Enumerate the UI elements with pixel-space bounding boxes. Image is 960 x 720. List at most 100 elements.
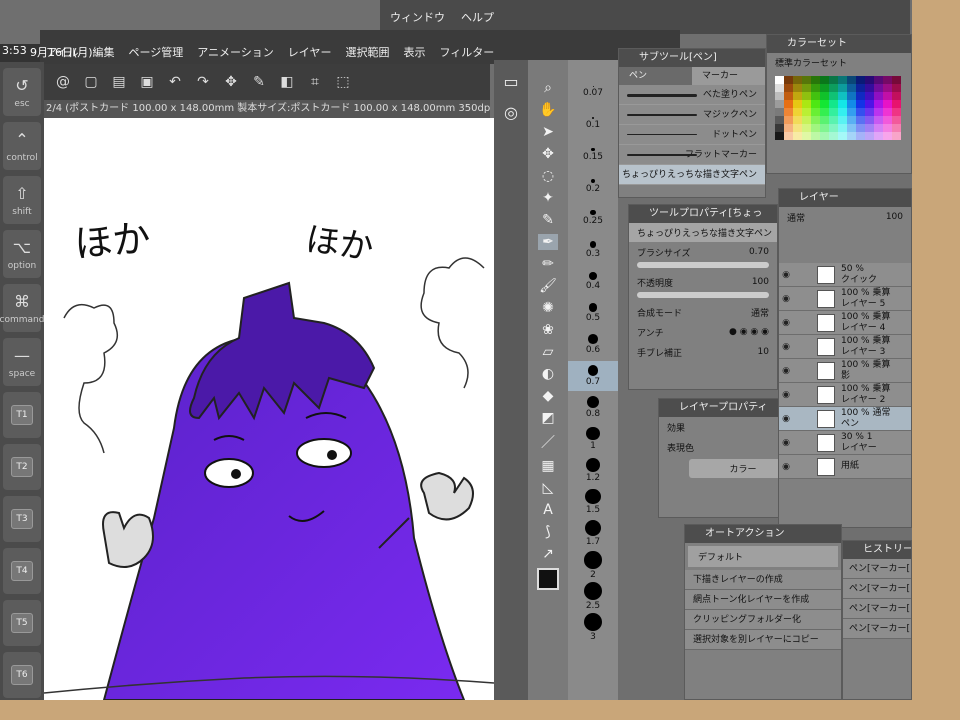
history-item[interactable]: ペン[マーカー[ちょっぴりえっちな bbox=[843, 559, 911, 579]
visibility-eye-icon[interactable]: ◉ bbox=[779, 390, 793, 400]
brush-size-item[interactable]: 3 bbox=[568, 609, 618, 642]
color-swatch[interactable] bbox=[775, 76, 784, 84]
color-swatch[interactable] bbox=[793, 132, 802, 140]
color-swatch[interactable] bbox=[793, 84, 802, 92]
space-key[interactable]: — space bbox=[3, 338, 41, 386]
color-swatch[interactable] bbox=[802, 124, 811, 132]
brush-size-item[interactable]: 0.25 bbox=[568, 206, 618, 236]
color-swatch[interactable] bbox=[784, 132, 793, 140]
color-swatch[interactable] bbox=[892, 124, 901, 132]
color-swatch[interactable] bbox=[838, 116, 847, 124]
visibility-eye-icon[interactable]: ◉ bbox=[779, 294, 793, 304]
color-swatch[interactable] bbox=[838, 108, 847, 116]
shift-key[interactable]: ⇧ shift bbox=[3, 176, 41, 224]
t2-key[interactable]: T2 bbox=[3, 444, 41, 490]
action-item[interactable]: 選択対象を別レイヤーにコピー bbox=[685, 630, 841, 650]
t1-key[interactable]: T1 bbox=[3, 392, 41, 438]
brush-size-item[interactable]: 0.5 bbox=[568, 299, 618, 329]
color-swatch[interactable] bbox=[784, 100, 793, 108]
color-swatch[interactable] bbox=[784, 116, 793, 124]
menu-layer[interactable]: レイヤー bbox=[288, 44, 332, 60]
t3-key[interactable]: T3 bbox=[3, 496, 41, 542]
t6-key[interactable]: T6 bbox=[3, 652, 41, 698]
fill-icon[interactable]: ◧ bbox=[278, 73, 296, 91]
color-swatch[interactable] bbox=[865, 76, 874, 84]
color-swatch[interactable] bbox=[820, 76, 829, 84]
move-tool-icon[interactable]: ✥ bbox=[538, 146, 558, 162]
color-swatch[interactable] bbox=[865, 132, 874, 140]
crop-icon[interactable]: ⌗ bbox=[306, 73, 324, 91]
color-swatch[interactable] bbox=[856, 116, 865, 124]
color-swatch[interactable] bbox=[811, 100, 820, 108]
menu-view[interactable]: 表示 bbox=[403, 44, 425, 60]
menu-help[interactable]: ヘルプ bbox=[461, 9, 494, 25]
color-swatch[interactable] bbox=[820, 92, 829, 100]
visibility-eye-icon[interactable]: ◉ bbox=[779, 270, 793, 280]
color-swatch[interactable] bbox=[865, 124, 874, 132]
history-item[interactable]: ペン[マーカー[ちょっぴりえっちな bbox=[843, 579, 911, 599]
menu-animation[interactable]: アニメーション bbox=[197, 44, 274, 60]
color-swatch[interactable] bbox=[784, 84, 793, 92]
color-swatch[interactable] bbox=[784, 92, 793, 100]
color-swatch[interactable] bbox=[811, 84, 820, 92]
color-swatch[interactable] bbox=[892, 76, 901, 84]
fill-tool-icon[interactable]: ◆ bbox=[538, 388, 558, 404]
color-set-name[interactable]: 標準カラーセット bbox=[767, 53, 911, 72]
main-color-swatch[interactable] bbox=[537, 568, 559, 590]
operation-tool-icon[interactable]: ➤ bbox=[538, 124, 558, 140]
color-swatch[interactable] bbox=[847, 84, 856, 92]
visibility-eye-icon[interactable]: ◉ bbox=[779, 414, 793, 424]
color-swatch[interactable] bbox=[874, 84, 883, 92]
color-swatch[interactable] bbox=[847, 92, 856, 100]
color-swatch[interactable] bbox=[883, 116, 892, 124]
action-item[interactable]: 下描きレイヤーの作成 bbox=[685, 570, 841, 590]
color-swatch[interactable] bbox=[847, 132, 856, 140]
color-swatch[interactable] bbox=[775, 92, 784, 100]
color-swatch[interactable] bbox=[874, 132, 883, 140]
color-swatch[interactable] bbox=[802, 116, 811, 124]
brush-size-item[interactable]: 0.6 bbox=[568, 330, 618, 360]
frame-tool-icon[interactable]: ▦ bbox=[538, 458, 558, 474]
brush-size-item[interactable]: 2 bbox=[568, 547, 618, 580]
brush-size-item[interactable]: 1.5 bbox=[568, 485, 618, 515]
color-swatch[interactable] bbox=[865, 116, 874, 124]
color-swatch[interactable] bbox=[847, 108, 856, 116]
brush-size-item[interactable]: 0.4 bbox=[568, 268, 618, 298]
color-swatch[interactable] bbox=[820, 124, 829, 132]
subtool-item[interactable]: べた塗りペン bbox=[619, 85, 765, 105]
color-swatch[interactable] bbox=[811, 108, 820, 116]
color-swatch[interactable] bbox=[856, 108, 865, 116]
color-swatch[interactable] bbox=[856, 84, 865, 92]
t4-key[interactable]: T4 bbox=[3, 548, 41, 594]
antialias-options-icon[interactable]: ● ◉ ◉ ◉ bbox=[729, 327, 769, 337]
color-swatch[interactable] bbox=[793, 76, 802, 84]
color-swatch[interactable] bbox=[883, 84, 892, 92]
color-swatch[interactable] bbox=[847, 76, 856, 84]
history-item[interactable]: ペン[マーカー[ちょっぴりえっちな bbox=[843, 599, 911, 619]
color-swatch[interactable] bbox=[820, 132, 829, 140]
brush-size-item[interactable]: 1.2 bbox=[568, 454, 618, 484]
hand-tool-icon[interactable]: ✋ bbox=[538, 102, 558, 118]
layer-row[interactable]: ◉ 50 % クイック bbox=[779, 263, 911, 287]
color-swatch[interactable] bbox=[829, 108, 838, 116]
color-swatch[interactable] bbox=[892, 108, 901, 116]
visibility-eye-icon[interactable]: ◉ bbox=[779, 366, 793, 376]
visibility-eye-icon[interactable]: ◉ bbox=[779, 318, 793, 328]
auto-select-icon[interactable]: ✦ bbox=[538, 190, 558, 206]
color-swatch[interactable] bbox=[811, 76, 820, 84]
color-swatch[interactable] bbox=[793, 124, 802, 132]
color-swatch[interactable] bbox=[856, 76, 865, 84]
color-swatch[interactable] bbox=[784, 108, 793, 116]
color-swatch[interactable] bbox=[865, 108, 874, 116]
layer-row[interactable]: ◉ 100 % 乗算 レイヤー 3 bbox=[779, 335, 911, 359]
color-swatch[interactable] bbox=[811, 92, 820, 100]
color-swatch[interactable] bbox=[793, 108, 802, 116]
color-swatch[interactable] bbox=[892, 116, 901, 124]
brush-size-item[interactable]: 2.5 bbox=[568, 578, 618, 611]
layer-row[interactable]: ◉ 用紙 bbox=[779, 455, 911, 479]
select-all-icon[interactable]: ⬚ bbox=[334, 73, 352, 91]
color-swatch[interactable] bbox=[838, 76, 847, 84]
brush-size-slider[interactable] bbox=[637, 262, 769, 268]
color-swatch[interactable] bbox=[883, 132, 892, 140]
color-swatch[interactable] bbox=[811, 116, 820, 124]
